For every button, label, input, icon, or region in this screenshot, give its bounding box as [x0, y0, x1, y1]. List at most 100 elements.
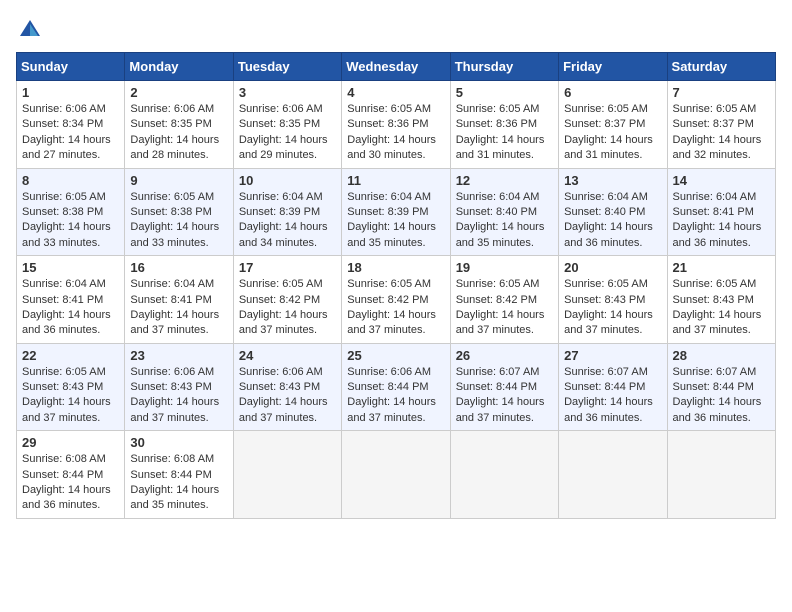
- sunrise-label: Sunrise: 6:05 AM: [22, 191, 106, 203]
- day-number: 26: [456, 348, 553, 363]
- sunrise-label: Sunrise: 6:06 AM: [347, 366, 431, 378]
- day-info: Sunrise: 6:06 AM Sunset: 8:44 PM Dayligh…: [347, 365, 444, 427]
- day-info: Sunrise: 6:07 AM Sunset: 8:44 PM Dayligh…: [673, 365, 770, 427]
- day-number: 20: [564, 260, 661, 275]
- day-info: Sunrise: 6:07 AM Sunset: 8:44 PM Dayligh…: [456, 365, 553, 427]
- calendar-day-cell: 9 Sunrise: 6:05 AM Sunset: 8:38 PM Dayli…: [125, 168, 233, 256]
- day-number: 24: [239, 348, 336, 363]
- sunset-label: Sunset: 8:44 PM: [22, 469, 103, 481]
- sunset-label: Sunset: 8:42 PM: [239, 294, 320, 306]
- sunrise-label: Sunrise: 6:05 AM: [347, 278, 431, 290]
- sunset-label: Sunset: 8:37 PM: [673, 118, 754, 130]
- day-info: Sunrise: 6:05 AM Sunset: 8:37 PM Dayligh…: [564, 102, 661, 164]
- day-number: 22: [22, 348, 119, 363]
- sunset-label: Sunset: 8:37 PM: [564, 118, 645, 130]
- calendar-header-saturday: Saturday: [667, 53, 775, 81]
- day-info: Sunrise: 6:04 AM Sunset: 8:41 PM Dayligh…: [130, 277, 227, 339]
- calendar-day-cell: [667, 431, 775, 519]
- day-number: 9: [130, 173, 227, 188]
- day-number: 29: [22, 435, 119, 450]
- day-number: 11: [347, 173, 444, 188]
- calendar-day-cell: 6 Sunrise: 6:05 AM Sunset: 8:37 PM Dayli…: [559, 81, 667, 169]
- sunrise-label: Sunrise: 6:08 AM: [22, 453, 106, 465]
- sunset-label: Sunset: 8:39 PM: [347, 206, 428, 218]
- calendar-day-cell: 16 Sunrise: 6:04 AM Sunset: 8:41 PM Dayl…: [125, 256, 233, 344]
- daylight-label: Daylight: 14 hours and 31 minutes.: [456, 134, 545, 161]
- day-number: 13: [564, 173, 661, 188]
- calendar-day-cell: 26 Sunrise: 6:07 AM Sunset: 8:44 PM Dayl…: [450, 343, 558, 431]
- day-number: 12: [456, 173, 553, 188]
- day-info: Sunrise: 6:06 AM Sunset: 8:35 PM Dayligh…: [130, 102, 227, 164]
- calendar-header-wednesday: Wednesday: [342, 53, 450, 81]
- day-number: 30: [130, 435, 227, 450]
- calendar-day-cell: 14 Sunrise: 6:04 AM Sunset: 8:41 PM Dayl…: [667, 168, 775, 256]
- day-number: 18: [347, 260, 444, 275]
- calendar-day-cell: 2 Sunrise: 6:06 AM Sunset: 8:35 PM Dayli…: [125, 81, 233, 169]
- sunrise-label: Sunrise: 6:05 AM: [130, 191, 214, 203]
- daylight-label: Daylight: 14 hours and 36 minutes.: [673, 221, 762, 248]
- daylight-label: Daylight: 14 hours and 31 minutes.: [564, 134, 653, 161]
- daylight-label: Daylight: 14 hours and 37 minutes.: [673, 309, 762, 336]
- sunrise-label: Sunrise: 6:05 AM: [673, 103, 757, 115]
- calendar-week-row: 29 Sunrise: 6:08 AM Sunset: 8:44 PM Dayl…: [17, 431, 776, 519]
- sunrise-label: Sunrise: 6:04 AM: [239, 191, 323, 203]
- calendar-day-cell: 22 Sunrise: 6:05 AM Sunset: 8:43 PM Dayl…: [17, 343, 125, 431]
- day-info: Sunrise: 6:06 AM Sunset: 8:34 PM Dayligh…: [22, 102, 119, 164]
- day-info: Sunrise: 6:06 AM Sunset: 8:43 PM Dayligh…: [239, 365, 336, 427]
- day-number: 14: [673, 173, 770, 188]
- day-info: Sunrise: 6:05 AM Sunset: 8:37 PM Dayligh…: [673, 102, 770, 164]
- day-number: 21: [673, 260, 770, 275]
- day-number: 6: [564, 85, 661, 100]
- daylight-label: Daylight: 14 hours and 36 minutes.: [673, 396, 762, 423]
- sunrise-label: Sunrise: 6:06 AM: [130, 103, 214, 115]
- day-number: 28: [673, 348, 770, 363]
- sunset-label: Sunset: 8:38 PM: [22, 206, 103, 218]
- calendar-week-row: 22 Sunrise: 6:05 AM Sunset: 8:43 PM Dayl…: [17, 343, 776, 431]
- day-info: Sunrise: 6:04 AM Sunset: 8:40 PM Dayligh…: [564, 190, 661, 252]
- sunrise-label: Sunrise: 6:04 AM: [456, 191, 540, 203]
- calendar-day-cell: 29 Sunrise: 6:08 AM Sunset: 8:44 PM Dayl…: [17, 431, 125, 519]
- day-number: 2: [130, 85, 227, 100]
- daylight-label: Daylight: 14 hours and 35 minutes.: [456, 221, 545, 248]
- day-info: Sunrise: 6:08 AM Sunset: 8:44 PM Dayligh…: [22, 452, 119, 514]
- calendar-day-cell: 10 Sunrise: 6:04 AM Sunset: 8:39 PM Dayl…: [233, 168, 341, 256]
- calendar-header-thursday: Thursday: [450, 53, 558, 81]
- day-info: Sunrise: 6:05 AM Sunset: 8:43 PM Dayligh…: [22, 365, 119, 427]
- calendar-day-cell: 15 Sunrise: 6:04 AM Sunset: 8:41 PM Dayl…: [17, 256, 125, 344]
- day-info: Sunrise: 6:05 AM Sunset: 8:42 PM Dayligh…: [347, 277, 444, 339]
- sunset-label: Sunset: 8:36 PM: [456, 118, 537, 130]
- sunset-label: Sunset: 8:43 PM: [239, 381, 320, 393]
- daylight-label: Daylight: 14 hours and 37 minutes.: [564, 309, 653, 336]
- day-info: Sunrise: 6:08 AM Sunset: 8:44 PM Dayligh…: [130, 452, 227, 514]
- sunrise-label: Sunrise: 6:04 AM: [130, 278, 214, 290]
- calendar-day-cell: 1 Sunrise: 6:06 AM Sunset: 8:34 PM Dayli…: [17, 81, 125, 169]
- sunrise-label: Sunrise: 6:05 AM: [456, 103, 540, 115]
- sunrise-label: Sunrise: 6:05 AM: [564, 103, 648, 115]
- calendar-day-cell: 17 Sunrise: 6:05 AM Sunset: 8:42 PM Dayl…: [233, 256, 341, 344]
- sunrise-label: Sunrise: 6:06 AM: [130, 366, 214, 378]
- calendar-day-cell: [342, 431, 450, 519]
- calendar-day-cell: 24 Sunrise: 6:06 AM Sunset: 8:43 PM Dayl…: [233, 343, 341, 431]
- day-info: Sunrise: 6:05 AM Sunset: 8:43 PM Dayligh…: [673, 277, 770, 339]
- calendar-week-row: 8 Sunrise: 6:05 AM Sunset: 8:38 PM Dayli…: [17, 168, 776, 256]
- day-number: 4: [347, 85, 444, 100]
- day-info: Sunrise: 6:07 AM Sunset: 8:44 PM Dayligh…: [564, 365, 661, 427]
- daylight-label: Daylight: 14 hours and 27 minutes.: [22, 134, 111, 161]
- sunrise-label: Sunrise: 6:06 AM: [239, 103, 323, 115]
- sunrise-label: Sunrise: 6:04 AM: [347, 191, 431, 203]
- daylight-label: Daylight: 14 hours and 36 minutes.: [22, 484, 111, 511]
- sunrise-label: Sunrise: 6:04 AM: [564, 191, 648, 203]
- day-info: Sunrise: 6:04 AM Sunset: 8:40 PM Dayligh…: [456, 190, 553, 252]
- sunset-label: Sunset: 8:35 PM: [239, 118, 320, 130]
- sunset-label: Sunset: 8:41 PM: [673, 206, 754, 218]
- day-number: 5: [456, 85, 553, 100]
- sunset-label: Sunset: 8:44 PM: [130, 469, 211, 481]
- day-info: Sunrise: 6:05 AM Sunset: 8:43 PM Dayligh…: [564, 277, 661, 339]
- calendar-week-row: 1 Sunrise: 6:06 AM Sunset: 8:34 PM Dayli…: [17, 81, 776, 169]
- daylight-label: Daylight: 14 hours and 28 minutes.: [130, 134, 219, 161]
- sunset-label: Sunset: 8:40 PM: [456, 206, 537, 218]
- day-info: Sunrise: 6:05 AM Sunset: 8:42 PM Dayligh…: [456, 277, 553, 339]
- day-info: Sunrise: 6:05 AM Sunset: 8:36 PM Dayligh…: [347, 102, 444, 164]
- sunrise-label: Sunrise: 6:05 AM: [22, 366, 106, 378]
- calendar-day-cell: 20 Sunrise: 6:05 AM Sunset: 8:43 PM Dayl…: [559, 256, 667, 344]
